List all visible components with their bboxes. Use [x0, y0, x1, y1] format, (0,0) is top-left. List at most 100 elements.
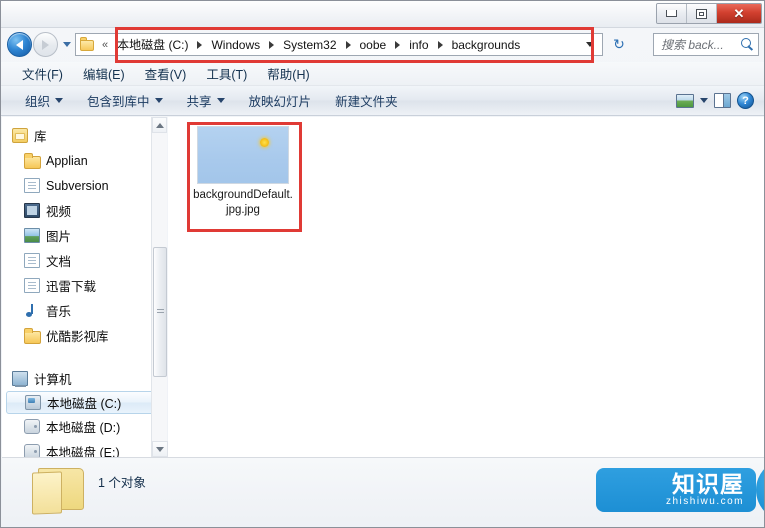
- slideshow-label: 放映幻灯片: [248, 95, 312, 109]
- menu-item-view[interactable]: 查看(V): [136, 61, 196, 86]
- sidebar-item-documents[interactable]: 文档: [2, 248, 166, 273]
- help-icon[interactable]: ?: [737, 92, 754, 109]
- object-count-label: 1 个对象: [98, 476, 146, 490]
- chevron-down-icon: [55, 98, 64, 103]
- download-icon: [24, 278, 40, 293]
- breadcrumb-separator-icon[interactable]: [269, 40, 275, 49]
- sidebar-item-drive-c[interactable]: 本地磁盘 (C:): [6, 391, 160, 414]
- forward-arrow-icon: [42, 39, 49, 50]
- search-box[interactable]: 搜索 back...: [653, 33, 759, 56]
- new-folder-button[interactable]: 新建文件夹: [323, 88, 410, 113]
- watermark-brand: 知识屋: [672, 471, 744, 497]
- breadcrumb-item-4[interactable]: info: [405, 36, 432, 54]
- sidebar-item-drive-d[interactable]: 本地磁盘 (D:): [2, 414, 166, 439]
- refresh-icon: ↻: [613, 36, 625, 52]
- sidebar-item-label: 本地磁盘 (C:): [47, 397, 122, 411]
- documents-icon: [24, 253, 40, 268]
- breadcrumb-overflow-icon[interactable]: «: [100, 39, 113, 51]
- organize-label: 组织: [25, 95, 51, 109]
- sidebar-item-label: 音乐: [46, 305, 72, 319]
- breadcrumb-item-3[interactable]: oobe: [356, 36, 391, 54]
- sidebar-item-label: 视频: [46, 205, 72, 219]
- computer-icon: [12, 371, 28, 387]
- navigation-pane: 库 Applian Subversion 视频 图片 文档 迅雷下载 音乐 优酷…: [2, 117, 167, 457]
- folder-icon: [79, 37, 96, 52]
- menu-item-tools[interactable]: 工具(T): [197, 61, 256, 86]
- watermark-text: 知识屋 zhishiwu.com: [666, 472, 744, 508]
- back-button[interactable]: [7, 32, 32, 57]
- menu-item-edit[interactable]: 编辑(E): [74, 61, 134, 86]
- open-folder-icon: [32, 464, 90, 515]
- scroll-down-arrow-icon: [156, 446, 164, 452]
- command-bar-right: ?: [676, 92, 764, 109]
- preview-pane-icon[interactable]: [714, 93, 731, 108]
- scroll-up-button[interactable]: [152, 117, 167, 133]
- breadcrumb-item-1[interactable]: Windows: [207, 36, 264, 54]
- window-controls: ✕: [656, 3, 762, 24]
- recent-locations-button[interactable]: [61, 42, 73, 47]
- breadcrumb-item-2[interactable]: System32: [279, 36, 340, 54]
- menu-bar: 文件(F) 编辑(E) 查看(V) 工具(T) 帮助(H): [1, 61, 764, 86]
- sidebar-item-label: Applian: [46, 153, 88, 168]
- sidebar-item-applian[interactable]: Applian: [2, 148, 166, 173]
- breadcrumb-item-5[interactable]: backgrounds: [448, 36, 525, 54]
- chevron-down-icon: [586, 42, 594, 47]
- menu-item-help[interactable]: 帮助(H): [258, 61, 318, 86]
- library-icon: [12, 128, 28, 143]
- sidebar-item-music[interactable]: 音乐: [2, 298, 166, 323]
- scroll-down-button[interactable]: [152, 441, 168, 457]
- hard-drive-icon: [25, 395, 41, 410]
- scrollbar-thumb[interactable]: [153, 247, 167, 377]
- refresh-button[interactable]: ↻: [607, 33, 631, 56]
- address-bar[interactable]: « 本地磁盘 (C:) Windows System32 oobe info b…: [75, 33, 603, 56]
- sidebar-item-label: 优酷影视库: [46, 330, 109, 344]
- video-icon: [24, 203, 40, 218]
- slideshow-button[interactable]: 放映幻灯片: [237, 88, 324, 113]
- sidebar-item-youku-library[interactable]: 优酷影视库: [2, 323, 166, 348]
- navigation-scrollbar[interactable]: [151, 117, 168, 457]
- sidebar-item-thunder-download[interactable]: 迅雷下载: [2, 273, 166, 298]
- sidebar-item-libraries[interactable]: 库: [2, 123, 166, 148]
- pictures-icon: [24, 228, 40, 243]
- breadcrumb-separator-icon[interactable]: [437, 40, 443, 49]
- organize-button[interactable]: 组织: [13, 88, 75, 113]
- folder-icon: [24, 153, 41, 169]
- address-dropdown-button[interactable]: [578, 42, 602, 47]
- command-bar: 组织 包含到库中 共享 放映幻灯片 新建文件夹 ?: [1, 86, 764, 116]
- sidebar-item-label: 文档: [46, 255, 72, 269]
- sidebar-item-videos[interactable]: 视频: [2, 198, 166, 223]
- forward-button[interactable]: [33, 32, 58, 57]
- maximize-button[interactable]: [687, 4, 717, 23]
- search-input[interactable]: 搜索 back...: [661, 36, 741, 53]
- sidebar-item-label: Subversion: [46, 178, 109, 193]
- list-item[interactable]: backgroundDefault.jpg.jpg: [192, 126, 294, 218]
- share-label: 共享: [186, 95, 212, 109]
- include-in-library-button[interactable]: 包含到库中: [75, 88, 175, 113]
- sidebar-item-computer[interactable]: 计算机: [2, 366, 166, 391]
- close-button[interactable]: ✕: [717, 4, 761, 23]
- sun-icon: [260, 138, 269, 147]
- close-icon: ✕: [733, 5, 745, 21]
- breadcrumb-separator-icon[interactable]: [345, 40, 351, 49]
- sidebar-item-label: 计算机: [34, 373, 72, 387]
- chevron-down-icon[interactable]: [700, 98, 708, 103]
- sidebar-item-subversion[interactable]: Subversion: [2, 173, 166, 198]
- breadcrumb-separator-icon[interactable]: [197, 40, 203, 49]
- scrollbar-grip-icon: [156, 309, 164, 315]
- file-list-pane[interactable]: backgroundDefault.jpg.jpg: [168, 117, 764, 457]
- chevron-down-icon: [154, 98, 163, 103]
- menu-item-file[interactable]: 文件(F): [13, 61, 72, 86]
- minimize-button[interactable]: [657, 4, 687, 23]
- folder-icon: [24, 328, 41, 344]
- sidebar-item-label: 库: [34, 130, 47, 144]
- sidebar-item-drive-e[interactable]: 本地磁盘 (E:): [2, 439, 166, 457]
- title-bar: ✕: [1, 1, 764, 28]
- sidebar-item-pictures[interactable]: 图片: [2, 223, 166, 248]
- hard-drive-icon: [24, 444, 40, 457]
- file-thumbnail: [197, 126, 289, 184]
- breadcrumb-item-0[interactable]: 本地磁盘 (C:): [113, 34, 192, 55]
- view-mode-icon[interactable]: [676, 93, 694, 108]
- new-folder-label: 新建文件夹: [335, 95, 398, 109]
- breadcrumb-separator-icon[interactable]: [395, 40, 401, 49]
- share-button[interactable]: 共享: [175, 88, 237, 113]
